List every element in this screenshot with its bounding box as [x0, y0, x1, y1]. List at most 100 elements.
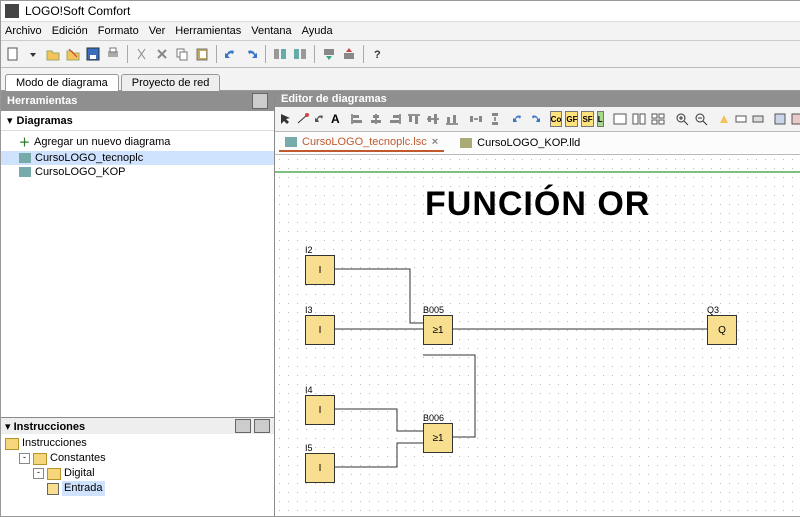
collapse-icon[interactable]: -	[19, 453, 30, 464]
titlebar: LOGO!Soft Comfort	[1, 1, 800, 22]
diagram-item-label: CursoLOGO_tecnoplc	[35, 152, 143, 164]
file-tab-label: CursoLOGO_tecnoplc.lsc	[302, 136, 427, 148]
dist-v-icon[interactable]	[487, 110, 503, 128]
cursor-icon[interactable]	[279, 110, 293, 128]
box-l[interactable]: L	[597, 111, 604, 127]
mini2-icon[interactable]	[790, 110, 800, 128]
app-window: LOGO!Soft Comfort Archivo Edición Format…	[0, 0, 800, 517]
instructions-tree: Instrucciones -Constantes -Digital Entra…	[1, 434, 274, 516]
tab-proyecto-red[interactable]: Proyecto de red	[121, 74, 221, 91]
align-center-h-icon[interactable]	[368, 110, 384, 128]
dist-h-icon[interactable]	[468, 110, 484, 128]
zoom-in-icon[interactable]	[674, 110, 690, 128]
redo-icon[interactable]	[243, 46, 259, 62]
panel-control-icon[interactable]	[235, 419, 251, 433]
highlight-icon[interactable]	[717, 110, 731, 128]
menu-ayuda[interactable]: Ayuda	[302, 25, 333, 37]
chevron-down-icon[interactable]: ▾	[7, 114, 13, 127]
block-i3[interactable]: I	[305, 315, 335, 345]
chevron-down-icon[interactable]: ▾	[5, 421, 11, 433]
collapse-icon[interactable]: -	[33, 468, 44, 479]
cut-icon[interactable]	[134, 46, 150, 62]
tag1-icon[interactable]	[734, 110, 748, 128]
box-co[interactable]: Co	[550, 111, 563, 127]
app-logo-icon	[5, 4, 19, 18]
diagram-item-tecnoplc[interactable]: CursoLOGO_tecnoplc	[1, 151, 274, 165]
menu-formato[interactable]: Formato	[98, 25, 139, 37]
left-panel: Herramientas ▾ Diagramas ＋ Agregar un nu…	[1, 91, 275, 516]
align1-icon[interactable]	[272, 46, 288, 62]
page-1-icon[interactable]	[612, 110, 628, 128]
align-right-icon[interactable]	[387, 110, 403, 128]
tree-constantes[interactable]: -Constantes	[5, 451, 270, 466]
copy-icon[interactable]	[174, 46, 190, 62]
box-sf[interactable]: SF	[581, 111, 593, 127]
instructions-header: ▾ Instrucciones	[1, 417, 274, 434]
tree-digital[interactable]: -Digital	[5, 466, 270, 481]
align-top-icon[interactable]	[406, 110, 422, 128]
file-icon	[460, 138, 472, 148]
tag2-icon[interactable]	[751, 110, 765, 128]
page-2h-icon[interactable]	[631, 110, 647, 128]
undo3-icon[interactable]	[511, 110, 525, 128]
tools-header: Herramientas	[1, 91, 274, 111]
menu-ver[interactable]: Ver	[149, 25, 166, 37]
menubar: Archivo Edición Formato Ver Herramientas…	[1, 22, 800, 41]
panel-control-icon[interactable]	[252, 93, 268, 109]
content-area: Herramientas ▾ Diagramas ＋ Agregar un nu…	[1, 91, 800, 516]
menu-archivo[interactable]: Archivo	[5, 25, 42, 37]
connect-icon[interactable]	[296, 110, 310, 128]
editor-header: Editor de diagramas	[275, 91, 800, 107]
box-gf[interactable]: GF	[565, 111, 578, 127]
paste-icon[interactable]	[194, 46, 210, 62]
new-icon[interactable]	[5, 46, 21, 62]
block-b005[interactable]: ≥1	[423, 315, 453, 345]
block-label: B006	[423, 413, 444, 423]
block-q3[interactable]: Q	[707, 315, 737, 345]
tree-root[interactable]: Instrucciones	[5, 436, 270, 451]
tree-entrada[interactable]: Entrada	[5, 481, 270, 496]
align2-icon[interactable]	[292, 46, 308, 62]
delete-icon[interactable]	[154, 46, 170, 62]
file-tab-tecnoplc[interactable]: CursoLOGO_tecnoplc.lsc ×	[279, 134, 444, 152]
add-icon: ＋	[19, 134, 30, 150]
transfer-down-icon[interactable]	[321, 46, 337, 62]
zoom-out-icon[interactable]	[693, 110, 709, 128]
help-icon[interactable]: ?	[370, 46, 386, 62]
folder-icon	[47, 468, 61, 480]
svg-text:?: ?	[374, 49, 381, 61]
print-icon[interactable]	[105, 46, 121, 62]
close-file-icon[interactable]	[65, 46, 81, 62]
text-icon[interactable]: A	[330, 110, 341, 128]
save-icon[interactable]	[85, 46, 101, 62]
add-new-diagram[interactable]: ＋ Agregar un nuevo diagrama	[1, 133, 274, 151]
close-tab-icon[interactable]: ×	[432, 136, 438, 148]
mini1-icon[interactable]	[773, 110, 787, 128]
block-i4[interactable]: I	[305, 395, 335, 425]
app-title: LOGO!Soft Comfort	[25, 4, 130, 18]
new-dropdown-icon[interactable]	[25, 46, 41, 62]
align-middle-icon[interactable]	[425, 110, 441, 128]
transfer-up-icon[interactable]	[341, 46, 357, 62]
align-bottom-icon[interactable]	[444, 110, 460, 128]
menu-herramientas[interactable]: Herramientas	[175, 25, 241, 37]
block-b006[interactable]: ≥1	[423, 423, 453, 453]
align-left-icon[interactable]	[349, 110, 365, 128]
undo-icon[interactable]	[223, 46, 239, 62]
add-new-label: Agregar un nuevo diagrama	[34, 136, 170, 148]
diagram-item-kop[interactable]: CursoLOGO_KOP	[1, 165, 274, 179]
panel-control-icon[interactable]	[254, 419, 270, 433]
redo3-icon[interactable]	[528, 110, 542, 128]
editor-toolbar: A Co GF SF L	[275, 107, 800, 132]
menu-edicion[interactable]: Edición	[52, 25, 88, 37]
page-4-icon[interactable]	[650, 110, 666, 128]
block-i2[interactable]: I	[305, 255, 335, 285]
undo2-icon[interactable]	[313, 110, 327, 128]
diagram-canvas[interactable]: FUNCIÓN OR I2 I I3 I I4 I	[275, 155, 800, 516]
block-i5[interactable]: I	[305, 453, 335, 483]
menu-ventana[interactable]: Ventana	[251, 25, 291, 37]
open-icon[interactable]	[45, 46, 61, 62]
tab-modo-diagrama[interactable]: Modo de diagrama	[5, 74, 119, 91]
separator	[363, 45, 364, 63]
file-tab-kop[interactable]: CursoLOGO_KOP.lld	[454, 135, 586, 151]
